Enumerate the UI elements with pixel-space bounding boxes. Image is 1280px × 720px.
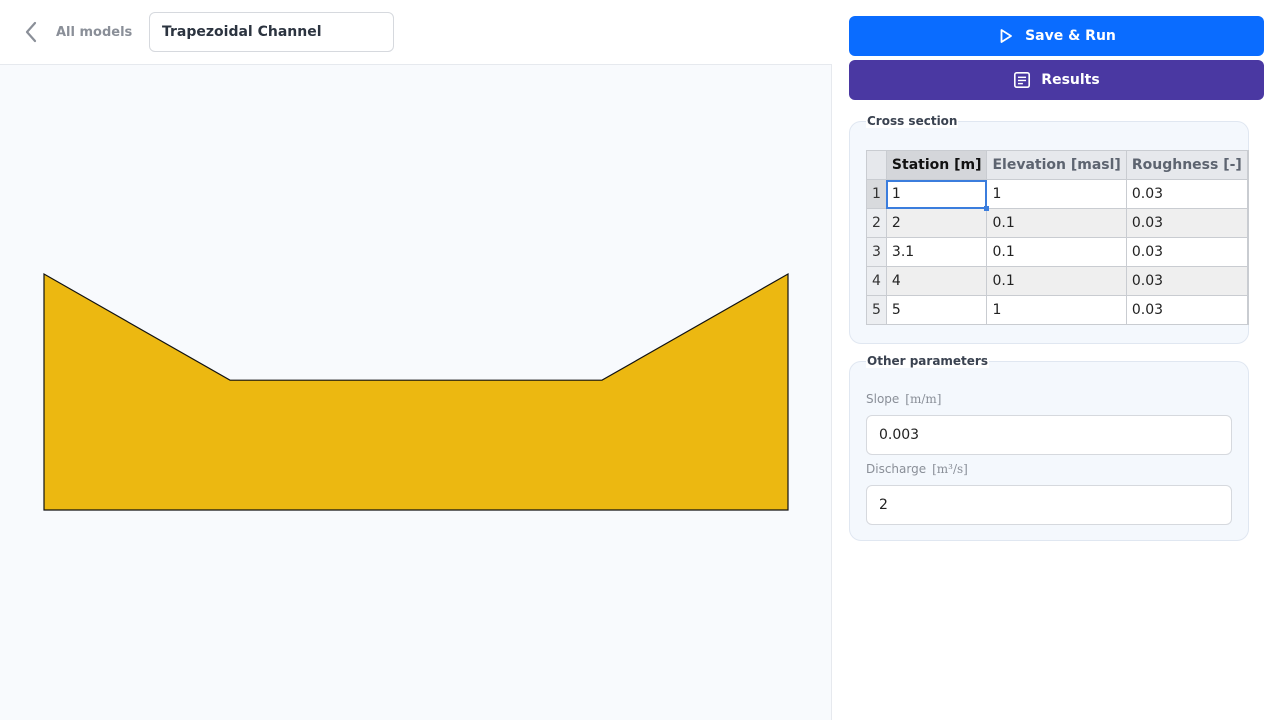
cross-section-legend: Cross section [866,114,959,128]
table-row: 5 5 1 0.03 [866,295,1249,325]
elevation-cell[interactable]: 0.1 [986,266,1127,296]
row-number[interactable]: 1 [866,179,887,209]
save-and-run-label: Save & Run [1025,28,1116,44]
model-name-input[interactable] [149,12,394,52]
table-row: 2 2 0.1 0.03 [866,208,1249,238]
station-cell[interactable]: 1 [885,179,990,212]
spacer-cell [1246,237,1249,267]
document-icon [1013,71,1031,89]
cross-section-panel: Cross section Station [m] Elevation [mas… [849,114,1249,344]
table-row: 1 1 1 0.03 [866,179,1249,212]
spacer-cell [1246,179,1249,209]
spacer-cell [1246,208,1249,238]
table-row: 3 3.1 0.1 0.03 [866,237,1249,267]
chevron-left-icon [24,20,44,44]
results-label: Results [1041,72,1100,88]
back-to-models-link[interactable]: All models [24,20,132,44]
row-number[interactable]: 3 [866,237,887,267]
table-corner-cell [866,150,887,180]
station-cell[interactable]: 5 [885,295,988,325]
station-cell[interactable]: 3.1 [885,237,988,267]
other-parameters-legend: Other parameters [866,354,989,368]
discharge-label: Discharge [866,462,927,476]
settings-pane: Save & Run Results Cross section Station… [833,0,1280,720]
play-icon [997,27,1015,45]
row-number[interactable]: 5 [866,295,887,325]
station-cell[interactable]: 4 [885,266,988,296]
other-parameters-panel: Other parameters Slope [m/m] Discharge [… [849,354,1249,541]
slope-unit: [m/m] [905,392,942,406]
roughness-cell[interactable]: 0.03 [1125,295,1248,325]
discharge-label-row: Discharge [m³/s] [866,462,968,476]
slope-input[interactable] [866,415,1232,455]
roughness-cell[interactable]: 0.03 [1125,266,1248,296]
column-header-roughness[interactable]: Roughness [-] [1125,150,1248,180]
table-row: 4 4 0.1 0.03 [866,266,1249,296]
save-and-run-button[interactable]: Save & Run [849,16,1264,56]
elevation-cell[interactable]: 1 [986,179,1127,209]
discharge-input[interactable] [866,485,1232,525]
discharge-unit: [m³/s] [932,462,968,476]
spacer-cell [1246,266,1249,296]
column-header-spacer [1246,150,1249,180]
row-number[interactable]: 2 [866,208,887,238]
station-cell[interactable]: 2 [885,208,988,238]
elevation-cell[interactable]: 0.1 [986,237,1127,267]
slope-label-row: Slope [m/m] [866,392,941,406]
top-bar: All models [0,0,832,65]
elevation-cell[interactable]: 1 [986,295,1127,325]
elevation-cell[interactable]: 0.1 [986,208,1127,238]
channel-cross-section-shape [43,272,789,511]
row-number[interactable]: 4 [866,266,887,296]
roughness-cell[interactable]: 0.03 [1125,179,1248,209]
canvas-pane: All models [0,0,832,720]
back-link-label: All models [56,24,133,40]
cross-section-plot [43,272,789,511]
slope-label: Slope [866,392,900,406]
results-button[interactable]: Results [849,60,1264,100]
column-header-elevation[interactable]: Elevation [masl] [986,150,1127,180]
column-header-station[interactable]: Station [m] [885,150,988,180]
cross-section-table: Station [m] Elevation [masl] Roughness [… [866,150,1249,325]
spacer-cell [1246,295,1249,325]
roughness-cell[interactable]: 0.03 [1125,208,1248,238]
roughness-cell[interactable]: 0.03 [1125,237,1248,267]
